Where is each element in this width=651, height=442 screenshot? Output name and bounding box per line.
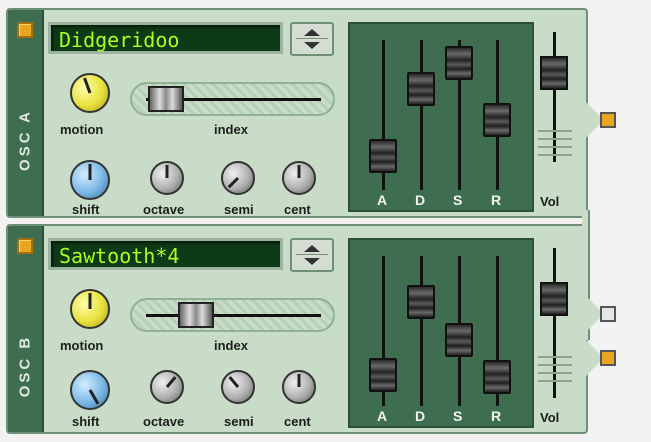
osc-b-attack-fader[interactable] bbox=[369, 358, 397, 393]
osc-b-motion-knob[interactable] bbox=[70, 289, 110, 329]
osc-b-vol-fader[interactable] bbox=[540, 282, 568, 316]
vol-tick bbox=[538, 130, 572, 132]
osc-b-cent-label: cent bbox=[284, 414, 311, 429]
decay-label: D bbox=[415, 408, 426, 424]
osc-a-vol-label: Vol bbox=[540, 194, 560, 209]
output-indicator bbox=[600, 306, 616, 322]
fader-track bbox=[420, 40, 423, 190]
slider-line bbox=[146, 314, 321, 317]
osc-b-label: OSC B bbox=[16, 334, 34, 398]
mix-output-button[interactable] bbox=[598, 304, 620, 326]
chevron-up-icon[interactable] bbox=[304, 29, 320, 36]
vol-tick bbox=[538, 146, 572, 148]
osc-b-shift-label: shift bbox=[72, 414, 100, 429]
osc-b-cent-knob[interactable] bbox=[282, 370, 316, 404]
knob-pointer bbox=[88, 293, 92, 309]
sustain-label: S bbox=[453, 192, 463, 208]
osc-a-strip: OSC A bbox=[8, 10, 44, 216]
osc-a-waveform-display[interactable]: Didgeridoo bbox=[48, 22, 283, 54]
osc-a-shift-knob[interactable] bbox=[70, 160, 110, 200]
decay-label: D bbox=[415, 192, 426, 208]
vol-tick bbox=[538, 154, 572, 156]
osc-a-waveform-name: Didgeridoo bbox=[59, 28, 180, 52]
osc-a-attack-fader[interactable] bbox=[369, 138, 397, 173]
osc-a-waveform-selector[interactable] bbox=[290, 22, 334, 56]
oscillator-module: OSC A Didgeridoo motion index shift octa… bbox=[0, 0, 651, 442]
attack-label: A bbox=[377, 192, 388, 208]
osc-a-decay-fader[interactable] bbox=[407, 72, 435, 107]
osc-a-shift-label: shift bbox=[72, 202, 100, 217]
chevron-down-icon[interactable] bbox=[304, 42, 320, 49]
osc-a-semi-knob[interactable] bbox=[221, 161, 255, 195]
attack-label: A bbox=[377, 408, 388, 424]
osc-b-waveform-selector[interactable] bbox=[290, 238, 334, 272]
knob-pointer bbox=[83, 77, 92, 94]
osc-a-cent-knob[interactable] bbox=[282, 161, 316, 195]
knob-pointer bbox=[88, 389, 100, 405]
osc-a-power-button[interactable] bbox=[17, 22, 33, 38]
output-indicator bbox=[600, 350, 616, 366]
osc-b-panel: OSC B Sawtooth*4 motion index shift octa… bbox=[6, 224, 588, 434]
osc-b-octave-knob[interactable] bbox=[150, 370, 184, 404]
osc-b-release-fader[interactable] bbox=[483, 360, 511, 395]
vol-tick bbox=[538, 380, 572, 382]
osc-a-vol-fader[interactable] bbox=[540, 56, 568, 91]
osc-b-index-label: index bbox=[214, 338, 248, 353]
osc-b-vol-label: Vol bbox=[540, 410, 560, 425]
knob-pointer bbox=[297, 374, 301, 387]
osc-b-waveform-display[interactable]: Sawtooth*4 bbox=[48, 238, 283, 270]
osc-b-power-button[interactable] bbox=[17, 238, 33, 254]
osc-b-strip: OSC B bbox=[8, 226, 44, 432]
osc-a-octave-label: octave bbox=[143, 202, 185, 217]
vol-track bbox=[553, 32, 556, 162]
osc-a-output-button[interactable] bbox=[598, 110, 620, 132]
chevron-up-icon[interactable] bbox=[304, 245, 320, 252]
knob-pointer bbox=[227, 176, 240, 189]
vol-tick bbox=[538, 138, 572, 140]
osc-b-semi-label: semi bbox=[224, 414, 254, 429]
osc-b-waveform-name: Sawtooth*4 bbox=[59, 244, 180, 268]
divider bbox=[296, 38, 328, 39]
osc-b-output-button[interactable] bbox=[598, 348, 620, 370]
knob-pointer bbox=[165, 376, 177, 388]
osc-a-octave-knob[interactable] bbox=[150, 161, 184, 195]
osc-b-shift-knob[interactable] bbox=[70, 370, 110, 410]
sustain-label: S bbox=[453, 408, 463, 424]
osc-b-sustain-fader[interactable] bbox=[445, 323, 473, 358]
vol-track bbox=[553, 248, 556, 398]
osc-b-semi-knob[interactable] bbox=[221, 370, 255, 404]
osc-b-envelope: A D S R bbox=[348, 238, 534, 428]
osc-b-index-slider[interactable] bbox=[130, 298, 335, 332]
osc-a-index-slider[interactable] bbox=[130, 82, 335, 116]
osc-a-release-fader[interactable] bbox=[483, 102, 511, 137]
osc-b-index-handle[interactable] bbox=[177, 302, 214, 328]
vol-tick bbox=[538, 372, 572, 374]
chevron-down-icon[interactable] bbox=[304, 258, 320, 265]
knob-pointer bbox=[88, 164, 92, 180]
osc-b-octave-label: octave bbox=[143, 414, 185, 429]
vol-tick bbox=[538, 356, 572, 358]
osc-a-sustain-fader[interactable] bbox=[445, 45, 473, 80]
osc-a-cent-label: cent bbox=[284, 202, 311, 217]
osc-a-index-label: index bbox=[214, 122, 248, 137]
knob-pointer bbox=[228, 376, 240, 388]
output-indicator bbox=[600, 112, 616, 128]
osc-a-label: OSC A bbox=[16, 109, 34, 171]
vol-tick bbox=[538, 364, 572, 366]
knob-pointer bbox=[297, 165, 301, 178]
osc-b-motion-label: motion bbox=[60, 338, 104, 353]
release-label: R bbox=[491, 408, 502, 424]
osc-a-envelope: A D S R bbox=[348, 22, 534, 212]
osc-a-panel: OSC A Didgeridoo motion index shift octa… bbox=[6, 8, 588, 218]
release-label: R bbox=[491, 192, 502, 208]
knob-pointer bbox=[165, 165, 169, 178]
osc-a-index-handle[interactable] bbox=[148, 86, 185, 112]
osc-a-motion-knob[interactable] bbox=[70, 73, 110, 113]
osc-b-decay-fader[interactable] bbox=[407, 285, 435, 319]
osc-a-semi-label: semi bbox=[224, 202, 254, 217]
osc-a-motion-label: motion bbox=[60, 122, 104, 137]
fader-track bbox=[420, 256, 423, 406]
divider bbox=[296, 254, 328, 255]
